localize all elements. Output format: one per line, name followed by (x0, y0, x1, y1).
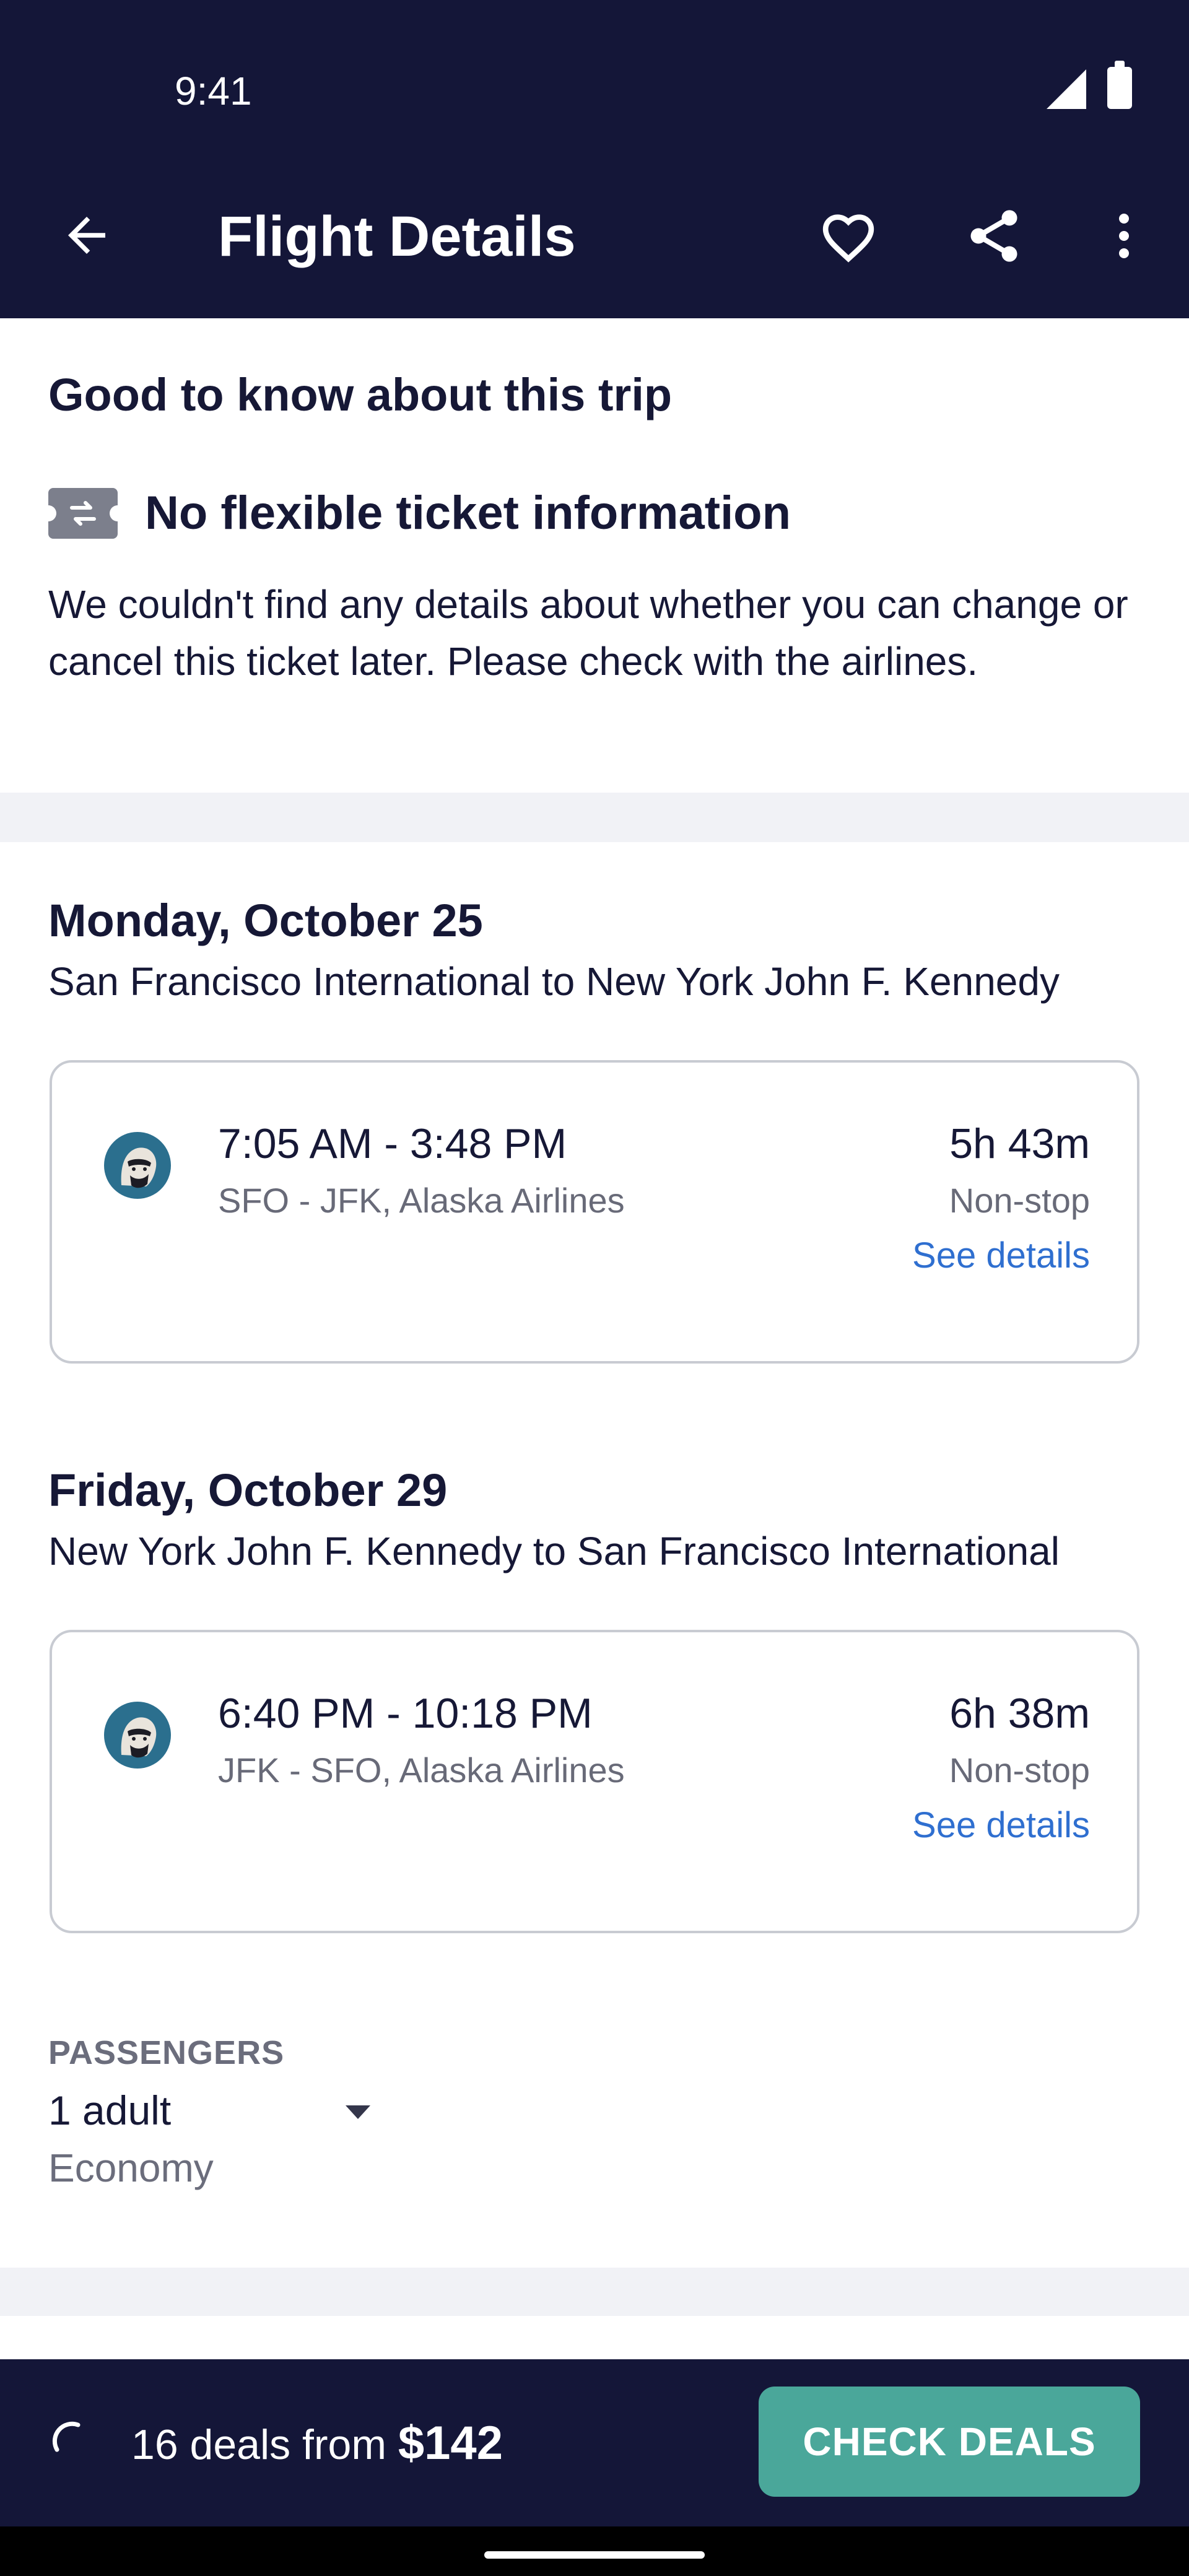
passengers-label: PASSENGERS (48, 2034, 285, 2071)
flight-duration: 5h 43m (949, 1120, 1090, 1167)
leg-route-outbound: San Francisco International to New York … (48, 959, 1060, 1004)
alaska-airlines-logo-icon (104, 1702, 171, 1769)
gesture-navigation-bar (0, 2526, 1189, 2576)
section-divider (0, 793, 1189, 842)
flight-route-airline: JFK - SFO, Alaska Airlines (218, 1751, 625, 1790)
flexible-ticket-description: We couldn't find any details about wheth… (48, 582, 1128, 684)
flight-times: 7:05 AM - 3:48 PM (218, 1120, 567, 1167)
battery-icon (1107, 61, 1132, 109)
flight-card-return[interactable]: 6:40 PM - 10:18 PM JFK - SFO, Alaska Air… (50, 1630, 1139, 1933)
check-deals-button[interactable]: CHECK DEALS (759, 2387, 1140, 2497)
back-button[interactable] (50, 198, 124, 272)
leg-route-return: New York John F. Kennedy to San Francisc… (48, 1529, 1060, 1573)
flexible-ticket-info: No flexible ticket information (48, 486, 791, 540)
flight-duration: 6h 38m (949, 1690, 1090, 1737)
cabin-class: Economy (48, 2146, 214, 2190)
signal-icon (1047, 69, 1086, 109)
share-button[interactable] (954, 196, 1034, 276)
back-arrow-icon (68, 217, 105, 254)
more-vert-icon (1119, 214, 1129, 258)
flight-card-outbound[interactable]: 7:05 AM - 3:48 PM SFO - JFK, Alaska Airl… (50, 1060, 1139, 1364)
status-bar: 9:41 (0, 0, 1189, 155)
passengers-value: 1 adult (48, 2087, 172, 2133)
flexible-ticket-title: No flexible ticket information (145, 487, 791, 539)
leg-date-return: Friday, October 29 (48, 1464, 448, 1516)
leg-date-outbound: Monday, October 25 (48, 895, 483, 946)
flight-times: 6:40 PM - 10:18 PM (218, 1690, 593, 1737)
deals-price: $142 (398, 2417, 503, 2469)
dropdown-caret-icon (346, 2105, 370, 2119)
flight-route-airline: SFO - JFK, Alaska Airlines (218, 1181, 625, 1220)
more-options-button[interactable] (1084, 196, 1164, 276)
flight-stops: Non-stop (949, 1181, 1090, 1220)
deals-summary: 16 deals from $142 (131, 2416, 503, 2470)
good-to-know-heading: Good to know about this trip (48, 369, 673, 420)
loading-spinner-icon (52, 2421, 81, 2452)
heart-icon (822, 214, 874, 263)
see-details-link[interactable]: See details (912, 1235, 1090, 1276)
favorite-button[interactable] (808, 196, 889, 276)
status-time: 9:41 (175, 69, 252, 113)
flight-stops: Non-stop (949, 1751, 1090, 1790)
home-gesture-handle[interactable] (484, 2551, 705, 2559)
app-bar: Flight Details (0, 155, 1189, 318)
passengers-dropdown[interactable]: 1 adult (48, 2081, 383, 2143)
alaska-airlines-logo-icon (104, 1132, 171, 1199)
page-title: Flight Details (218, 205, 576, 268)
see-details-link[interactable]: See details (912, 1804, 1090, 1846)
deals-prefix: 16 deals from (131, 2421, 398, 2468)
deals-bottom-bar: 16 deals from $142 CHECK DEALS (0, 2359, 1189, 2526)
ticket-exchange-icon (48, 487, 118, 539)
share-icon (970, 210, 1017, 262)
section-divider (0, 2268, 1189, 2316)
